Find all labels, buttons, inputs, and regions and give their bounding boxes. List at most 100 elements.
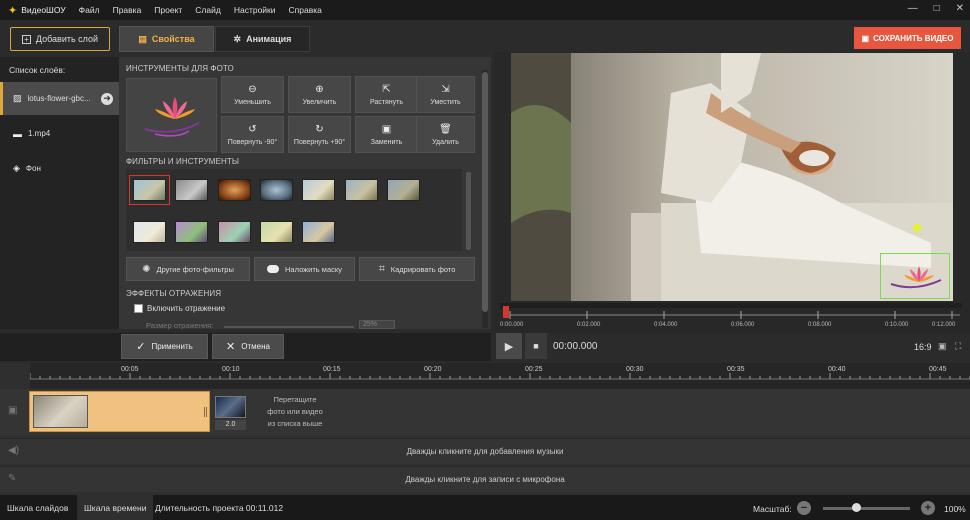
layer-item[interactable]: ◈ Фон (0, 152, 119, 185)
menu-slide[interactable]: Слайд (195, 5, 221, 15)
timecode: 00:00.000 (553, 341, 598, 352)
rotate-right-button[interactable]: ↻ Повернуть +90° (288, 116, 351, 153)
timeline-tick: 00:30 (626, 366, 644, 373)
timeline-ruler[interactable]: 00:05 00:10 00:15 00:20 00:25 00:30 00:3… (30, 363, 970, 389)
app-name: ВидеоШОУ (21, 5, 66, 15)
paint-bucket-icon: ◈ (13, 163, 20, 173)
layer-thumbnail (126, 78, 217, 152)
add-layer-button[interactable]: + Добавить слой (10, 27, 110, 51)
stretch-icon: ⇱ (382, 83, 391, 95)
minimize-icon[interactable]: — (908, 3, 918, 14)
clip-resize-handle[interactable] (204, 407, 207, 417)
aspect-ratio[interactable]: 16:9 (914, 342, 932, 352)
filter-thumb[interactable] (387, 179, 420, 201)
rotate-handle[interactable] (913, 224, 921, 232)
layer-selection-box[interactable] (880, 253, 950, 299)
filter-thumb[interactable] (218, 179, 251, 201)
button-label: Повернуть -90° (227, 138, 278, 146)
stop-button[interactable]: ■ (525, 333, 547, 359)
fit-button[interactable]: ⇲ Уместить (416, 76, 475, 113)
zoom-slider-knob[interactable] (851, 503, 861, 512)
timeline-tick: 00:45 (929, 366, 947, 373)
arrow-right-icon[interactable]: ➜ (101, 92, 113, 105)
tab-properties[interactable]: ▤ Свойства (119, 26, 214, 52)
menu-edit[interactable]: Правка (113, 5, 142, 15)
scrub-tick: 0:06.000 (731, 322, 755, 328)
filters-scrollbar[interactable] (466, 172, 471, 250)
reflection-checkbox[interactable] (134, 304, 143, 313)
filter-thumb[interactable] (175, 221, 208, 243)
layer-item[interactable]: ▬ 1.mp4 (0, 117, 119, 150)
menu-help[interactable]: Справка (289, 5, 322, 15)
zoom-value: 100% (944, 504, 966, 514)
layer-item[interactable]: ▨ lotus-flower-gbc... ➜ (0, 82, 119, 115)
filter-thumb[interactable] (345, 179, 378, 201)
button-label: Уместить (430, 98, 461, 106)
apply-button[interactable]: ✓ Применить (121, 334, 208, 359)
filter-thumb[interactable] (302, 179, 335, 201)
filter-thumb[interactable] (260, 221, 293, 243)
film-icon: ▣ (861, 33, 870, 43)
music-hint: Дважды кликните для добавления музыки (406, 447, 564, 456)
reflection-title: ЭФФЕКТЫ ОТРАЖЕНИЯ (126, 289, 222, 298)
drop-hint-line: Перетащите (273, 395, 317, 404)
zoom-out-button[interactable]: − (797, 501, 811, 515)
crop-photo-button[interactable]: ⌗ Кадрировать фото (359, 257, 475, 281)
trash-icon: 🗑 (439, 123, 452, 135)
fullscreen-icon[interactable]: ⛶ (955, 341, 961, 352)
properties-scrollbar[interactable] (482, 70, 488, 328)
zoom-in-button[interactable]: ⊕ Увеличить (288, 76, 351, 113)
zoom-out-button[interactable]: ⊖ Уменьшить (221, 76, 284, 113)
menu-project[interactable]: Проект (154, 5, 182, 15)
window-controls: — □ ✕ (908, 3, 964, 14)
filter-thumb[interactable] (260, 179, 293, 201)
filter-thumb[interactable] (129, 175, 170, 205)
tab-slides[interactable]: Шкала слайдов (0, 495, 75, 520)
maximize-icon[interactable]: □ (934, 3, 940, 14)
timeline-clip[interactable] (29, 391, 210, 432)
filter-thumb[interactable] (302, 221, 335, 243)
reflection-size-label: Размер отражения: (146, 321, 214, 330)
rotate-right-icon: ↻ (315, 123, 324, 135)
delete-button[interactable]: 🗑 Удалить (416, 116, 475, 153)
mic-track[interactable]: Дважды кликните для записи с микрофона (0, 466, 970, 492)
tab-animation-label: Анимация (246, 34, 292, 44)
apply-mask-button[interactable]: Наложить маску (254, 257, 355, 281)
transition-duration[interactable]: 2.0 (215, 420, 246, 430)
stretch-button[interactable]: ⇱ Растянуть (355, 76, 418, 113)
timeline-tick: 00:05 (121, 366, 139, 373)
other-filters-button[interactable]: ✺ Другие фото-фильтры (126, 257, 250, 281)
zoom-in-button[interactable]: + (921, 501, 935, 515)
filter-thumb[interactable] (218, 221, 251, 243)
cancel-button[interactable]: ✕ Отмена (212, 334, 284, 359)
project-duration: Длительность проекта 00:11.012 (155, 502, 284, 513)
save-video-button[interactable]: ▣ СОХРАНИТЬ ВИДЕО (854, 27, 961, 49)
zoom-out-icon: ⊖ (248, 83, 257, 95)
snapshot-icon[interactable]: ▣ (938, 341, 947, 352)
app-logo-icon: ✦ (8, 4, 18, 17)
transition-thumb[interactable] (215, 396, 246, 418)
zoom-slider[interactable] (823, 507, 910, 510)
filter-thumb[interactable] (175, 179, 208, 201)
close-icon[interactable]: ✕ (956, 3, 964, 14)
tab-timeline[interactable]: Шкала времени (77, 495, 154, 520)
timeline-tick: 00:25 (525, 366, 543, 373)
fit-icon: ⇲ (441, 83, 450, 95)
play-button[interactable]: ▶ (496, 333, 522, 359)
layer-name: Фон (25, 164, 41, 173)
reflection-size-field[interactable]: 25% (359, 320, 395, 329)
menu-settings[interactable]: Настройки (234, 5, 276, 15)
menu-file[interactable]: Файл (79, 5, 100, 15)
timeline-tick: 00:10 (222, 366, 240, 373)
tab-animation[interactable]: ✲ Анимация (215, 26, 310, 52)
reflection-size-slider[interactable] (224, 326, 354, 328)
filter-thumb[interactable] (133, 221, 166, 243)
close-icon: ✕ (226, 341, 236, 353)
video-preview[interactable] (511, 53, 953, 301)
button-label: Растянуть (369, 98, 404, 106)
button-label: Наложить маску (285, 264, 342, 274)
rotate-left-button[interactable]: ↺ Повернуть -90° (221, 116, 284, 153)
sun-icon: ✺ (142, 263, 151, 275)
replace-button[interactable]: ▣ Заменить (355, 116, 418, 153)
music-track[interactable]: Дважды кликните для добавления музыки (0, 438, 970, 464)
